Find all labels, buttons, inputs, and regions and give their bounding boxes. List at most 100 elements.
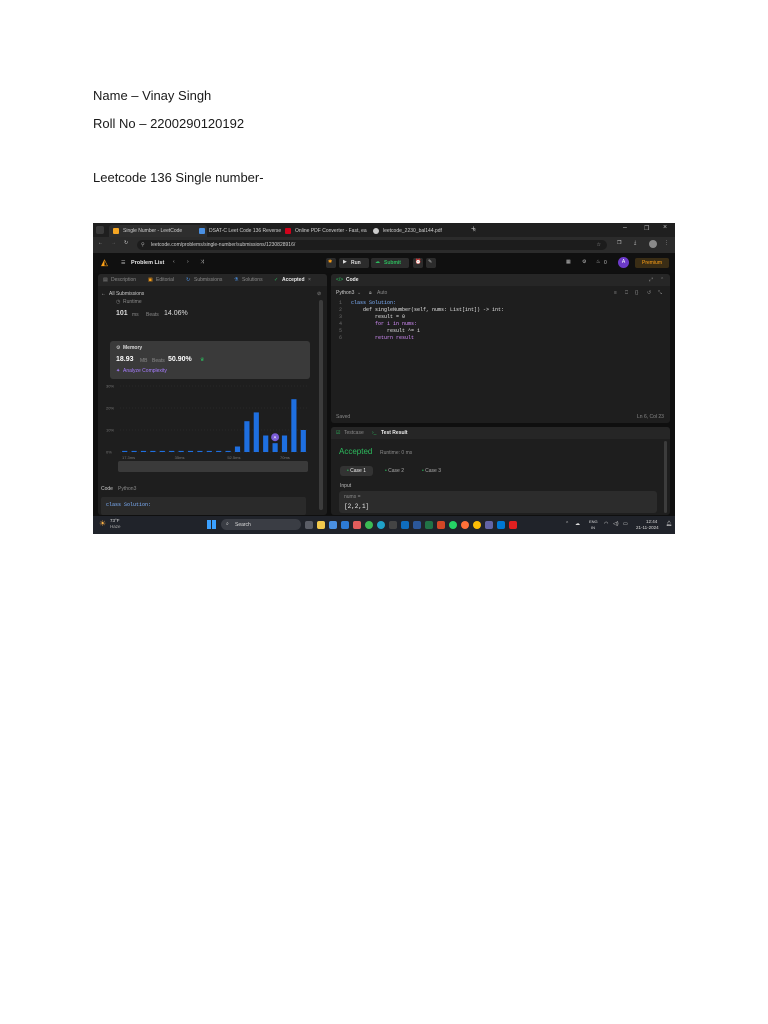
user-avatar[interactable]: A: [618, 257, 629, 268]
tab-menu-icon[interactable]: [96, 226, 104, 234]
reload-icon[interactable]: ↻: [124, 240, 128, 246]
windows-app-icon[interactable]: [497, 521, 505, 529]
layout-icon[interactable]: ▦: [566, 259, 571, 265]
language-select[interactable]: Python3: [336, 290, 354, 296]
chart-bar[interactable]: [234, 446, 241, 453]
chart-bar[interactable]: [131, 450, 137, 452]
share-icon[interactable]: ⊘: [317, 291, 321, 297]
tab-editorial[interactable]: Editorial: [156, 277, 174, 283]
tab-solutions[interactable]: Solutions: [242, 277, 263, 283]
tab-description[interactable]: Description: [111, 277, 136, 283]
store-icon[interactable]: [329, 521, 337, 529]
browser-tab[interactable]: Single Number - LeetCode×: [109, 225, 207, 237]
taskbar-search[interactable]: ⌕ Search: [221, 519, 301, 530]
battery-icon[interactable]: ▭: [623, 521, 628, 527]
tab-close-icon[interactable]: ×: [308, 277, 311, 283]
all-submissions-link[interactable]: All Submissions: [109, 291, 144, 297]
minimize-icon[interactable]: –: [623, 224, 627, 231]
terminal-app-icon[interactable]: [389, 521, 397, 529]
volume-icon[interactable]: ◁): [613, 521, 619, 527]
browser-tab[interactable]: leetcode_2230_bal144.pdf ×: [369, 225, 479, 237]
expand-icon[interactable]: ⤢: [649, 277, 653, 283]
chrome-icon[interactable]: [365, 521, 373, 529]
tab-testcase[interactable]: Testcase: [344, 430, 364, 436]
chrome-active-icon[interactable]: [473, 521, 481, 529]
premium-button[interactable]: Premium: [635, 258, 669, 268]
browser-tab[interactable]: Online PDF Converter - Fast, ea×: [281, 225, 381, 237]
debug-button[interactable]: ✱: [326, 258, 336, 268]
chart-bar[interactable]: [187, 450, 194, 452]
star-icon[interactable]: ☆: [597, 240, 601, 250]
chart-bar[interactable]: [150, 450, 156, 452]
chart-bar[interactable]: [300, 430, 306, 452]
chart-bar[interactable]: [272, 443, 278, 452]
braces-icon[interactable]: {}: [635, 290, 638, 296]
teams-icon[interactable]: [485, 521, 493, 529]
submit-button[interactable]: ☁ Submit: [371, 258, 409, 268]
profile-icon[interactable]: [649, 240, 657, 248]
timer-button[interactable]: ⏰: [413, 258, 423, 268]
lang-label[interactable]: ENG: [589, 519, 598, 524]
case-3-tab[interactable]: • Case 3: [415, 466, 448, 476]
notes-button[interactable]: ✎: [426, 258, 436, 268]
back-arrow-icon[interactable]: ←: [101, 291, 106, 297]
powerpoint-icon[interactable]: [437, 521, 445, 529]
streak-icon[interactable]: ♨: [596, 259, 600, 265]
leetcode-logo-icon[interactable]: ◭: [101, 257, 108, 268]
clock-date[interactable]: 21-11-2024: [636, 525, 659, 530]
word-icon[interactable]: [413, 521, 421, 529]
firefox-icon[interactable]: [461, 521, 469, 529]
excel-icon[interactable]: [425, 521, 433, 529]
code-area[interactable]: 1 class Solution: 2 def singleNumber(self,…: [331, 300, 670, 408]
format-icon[interactable]: ≡: [614, 290, 617, 296]
app-icon[interactable]: [353, 521, 361, 529]
chart-bar[interactable]: [140, 450, 147, 452]
case-1-tab[interactable]: • Case 1: [340, 466, 373, 476]
analyze-complexity-link[interactable]: Analyze Complexity: [123, 368, 167, 374]
chart-bar[interactable]: [122, 450, 128, 452]
address-bar[interactable]: ⚲ leetcode.com/problems/single-number/su…: [137, 240, 607, 250]
memory-card[interactable]: ⚙ Memory 18.93 MB Beats 50.90% ♛ ✦ Analy…: [110, 341, 310, 379]
chart-bar[interactable]: [253, 412, 259, 452]
outlook-icon[interactable]: [401, 521, 409, 529]
tab-submissions[interactable]: Submissions: [194, 277, 222, 283]
chart-bar[interactable]: [216, 450, 222, 452]
chart-bar[interactable]: [281, 435, 288, 453]
chart-scrubber[interactable]: [118, 461, 308, 472]
collapse-icon[interactable]: ⌃: [660, 277, 664, 283]
chart-bar[interactable]: [159, 450, 165, 452]
pdf-icon[interactable]: [509, 521, 517, 529]
fullscreen-icon[interactable]: ⤡: [658, 290, 662, 296]
clock-time[interactable]: 12:44: [646, 519, 657, 524]
result-scrollbar[interactable]: [664, 441, 667, 513]
chart-bar[interactable]: [244, 421, 250, 452]
left-scrollbar[interactable]: [319, 300, 323, 510]
problem-list-link[interactable]: Problem List: [131, 260, 164, 266]
new-tab-icon[interactable]: +: [471, 224, 476, 233]
chart-bar[interactable]: [263, 435, 269, 453]
windows-start-icon[interactable]: [207, 520, 216, 529]
shuffle-icon[interactable]: ⤨: [200, 259, 204, 265]
chart-bar[interactable]: [225, 450, 231, 452]
chart-bar[interactable]: [169, 450, 175, 452]
bookmark-icon[interactable]: ⎕: [625, 290, 628, 296]
extensions-icon[interactable]: ❐: [617, 240, 621, 246]
whatsapp-icon[interactable]: [449, 521, 457, 529]
prev-problem-icon[interactable]: ‹: [173, 259, 175, 265]
chart-bar[interactable]: [178, 450, 184, 452]
chart-bar[interactable]: [291, 399, 297, 452]
forward-icon[interactable]: →: [111, 240, 116, 246]
tab-accepted[interactable]: Accepted: [282, 277, 305, 283]
chart-bar[interactable]: [197, 450, 203, 452]
tray-chevron-icon[interactable]: ⌃: [565, 521, 569, 527]
more-icon[interactable]: ⋮: [664, 240, 669, 246]
auto-mode-label[interactable]: Auto: [377, 290, 387, 296]
case-2-tab[interactable]: • Case 2: [378, 466, 411, 476]
tray-onedrive-icon[interactable]: ☁: [575, 521, 580, 527]
vscode-icon[interactable]: [341, 521, 349, 529]
edge-icon[interactable]: [377, 521, 385, 529]
wifi-icon[interactable]: ◠: [604, 521, 608, 527]
browser-tab[interactable]: DSAT-C Leet Code 136 Reverse×: [195, 225, 293, 237]
chart-bar[interactable]: [206, 450, 212, 452]
settings-icon[interactable]: ⚙: [582, 259, 586, 265]
